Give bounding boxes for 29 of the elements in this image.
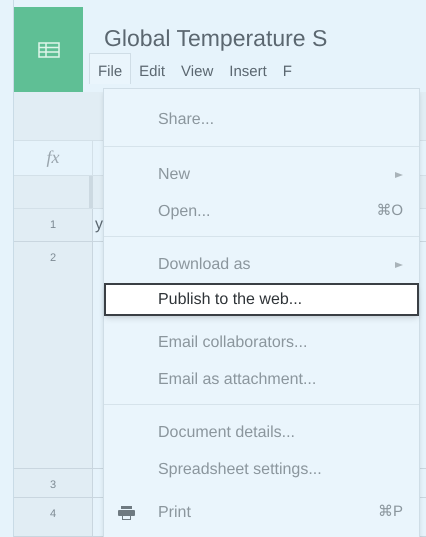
shortcut-label: ⌘P bbox=[378, 502, 403, 522]
menu-bar-item[interactable]: Insert bbox=[221, 53, 275, 84]
menu-item[interactable]: Download as bbox=[104, 246, 419, 283]
menu-item[interactable]: Print ⌘P bbox=[104, 494, 419, 531]
menu-item[interactable]: Publish to the web... bbox=[104, 283, 419, 316]
menu-bar-item[interactable]: File bbox=[89, 53, 132, 84]
shortcut-label: ⌘O bbox=[376, 201, 403, 222]
menu-item[interactable]: Document details... bbox=[104, 414, 419, 451]
spreadsheet-icon bbox=[38, 42, 60, 58]
menu-item[interactable]: Spreadsheet settings... bbox=[104, 451, 419, 488]
row-number: 2 bbox=[50, 251, 56, 266]
menu-item[interactable]: Share... bbox=[104, 101, 419, 138]
menu-item[interactable]: Email collaborators... bbox=[104, 324, 419, 361]
menu-bar-item[interactable]: View bbox=[173, 53, 222, 84]
submenu-arrow-icon bbox=[395, 260, 403, 268]
menu-item[interactable]: Open... ⌘O bbox=[104, 193, 419, 230]
submenu-arrow-icon bbox=[395, 170, 403, 178]
row-number: 3 bbox=[50, 478, 56, 493]
formula-label: fx bbox=[46, 146, 60, 170]
row-number: 4 bbox=[50, 506, 56, 522]
table-cell-text: y bbox=[94, 215, 103, 236]
menu-bar-item[interactable]: Edit bbox=[131, 53, 174, 84]
row-number: 1 bbox=[50, 218, 56, 234]
menu-bar-item[interactable]: F bbox=[274, 53, 300, 84]
app-logo[interactable] bbox=[14, 7, 83, 92]
document-title[interactable]: Global Temperature S bbox=[104, 27, 328, 50]
menu-item[interactable]: New bbox=[104, 156, 419, 193]
printer-icon bbox=[118, 506, 135, 520]
menu-item[interactable]: Email as attachment... bbox=[104, 361, 419, 398]
